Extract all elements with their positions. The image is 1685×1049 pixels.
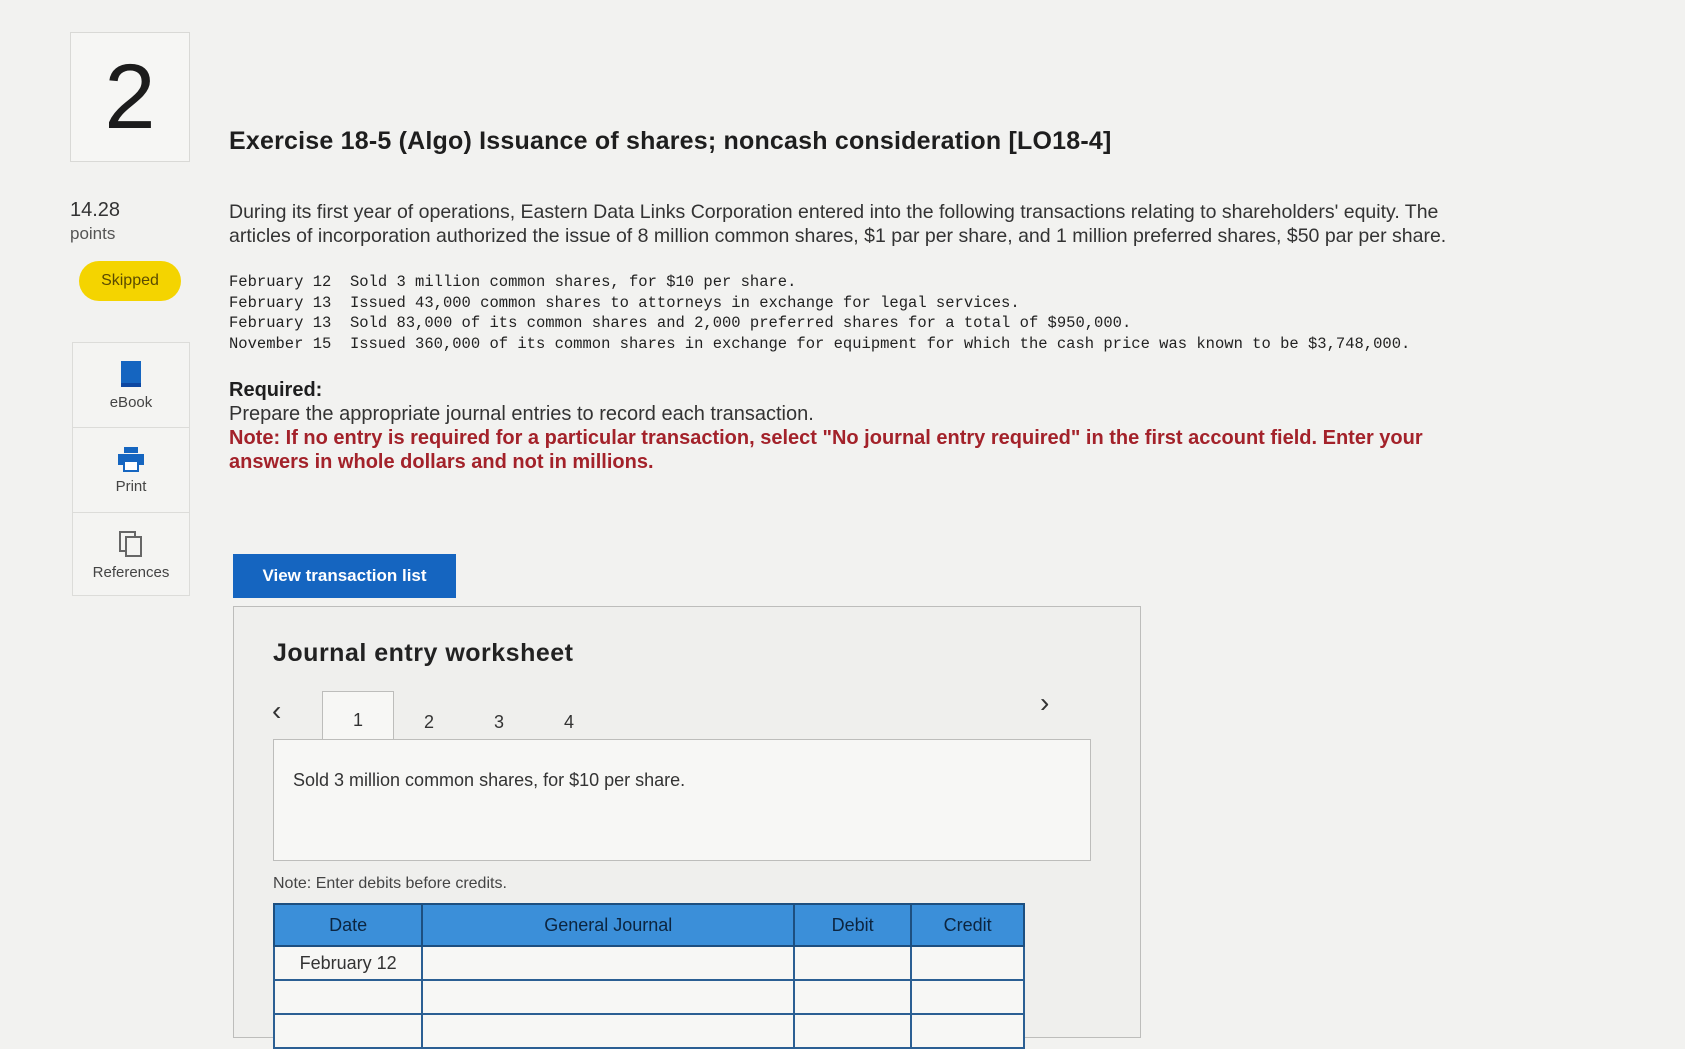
print-button[interactable]: Print — [73, 428, 189, 513]
question-number: 2 — [70, 32, 190, 162]
transaction-text: Issued 360,000 of its common shares in e… — [349, 334, 1411, 353]
table-row — [272, 1013, 1025, 1049]
transaction-item: February 13 Sold 83,000 of its common sh… — [229, 313, 1489, 334]
date-cell — [272, 1013, 424, 1049]
table-row — [272, 979, 1025, 1015]
transaction-item: February 12 Sold 3 million common shares… — [229, 272, 1489, 293]
worksheet-title: Journal entry worksheet — [273, 639, 574, 667]
next-arrow-icon[interactable]: › — [1040, 687, 1049, 719]
debit-input[interactable] — [793, 1013, 913, 1049]
required-text: Prepare the appropriate journal entries … — [229, 403, 814, 425]
transaction-date: November 15 — [229, 334, 332, 353]
transaction-item: November 15 Issued 360,000 of its common… — [229, 334, 1489, 355]
date-column-header: Date — [272, 903, 424, 947]
points-display: 14.28 points — [70, 198, 120, 246]
journal-entry-worksheet: Journal entry worksheet ‹ › 1 2 3 4 Sold… — [233, 606, 1141, 1049]
account-input[interactable] — [421, 1013, 796, 1049]
credit-input[interactable] — [910, 979, 1025, 1015]
worksheet-note: Note: Enter debits before credits. — [273, 875, 507, 892]
transaction-text: Sold 83,000 of its common shares and 2,0… — [349, 314, 1132, 332]
required-note: Note: If no entry is required for a part… — [229, 427, 1423, 473]
tools-panel: eBook Print References — [72, 342, 190, 596]
print-icon — [118, 446, 144, 472]
account-input[interactable] — [421, 945, 796, 981]
required-heading: Required: — [229, 379, 323, 401]
journal-header-row: Date General Journal Debit Credit — [272, 903, 1025, 947]
transaction-text: Sold 3 million common shares, for $10 pe… — [349, 273, 797, 291]
account-input[interactable] — [421, 979, 796, 1015]
transaction-date: February 13 — [229, 293, 332, 312]
debit-input[interactable] — [793, 945, 913, 981]
transaction-date: February 13 — [229, 314, 332, 332]
required-section: Required: Prepare the appropriate journa… — [229, 378, 1489, 474]
debit-input[interactable] — [793, 979, 913, 1015]
transaction-date: February 12 — [229, 273, 332, 291]
references-label: References — [92, 563, 170, 581]
journal-table: Date General Journal Debit Credit Februa… — [272, 903, 1025, 1049]
points-value: 14.28 — [70, 199, 121, 221]
transaction-item: February 13 Issued 43,000 common shares … — [229, 293, 1489, 314]
view-transaction-list-button[interactable]: View transaction list — [233, 554, 456, 598]
credit-input[interactable] — [910, 945, 1025, 981]
transaction-description: Sold 3 million common shares, for $10 pe… — [293, 770, 686, 790]
date-cell — [272, 979, 424, 1015]
ebook-label: eBook — [109, 393, 153, 411]
table-row: February 12 — [272, 945, 1025, 981]
ebook-icon — [121, 360, 141, 387]
print-label: Print — [115, 477, 147, 495]
references-icon — [119, 530, 142, 557]
status-badge: Skipped — [79, 261, 181, 301]
ebook-button[interactable]: eBook — [73, 343, 189, 428]
references-button[interactable]: References — [73, 513, 189, 597]
general-journal-column-header: General Journal — [421, 903, 796, 947]
transaction-list: February 12 Sold 3 million common shares… — [229, 272, 1489, 354]
question-content: Exercise 18-5 (Algo) Issuance of shares;… — [229, 120, 1489, 474]
points-label: points — [70, 224, 116, 243]
exercise-intro: During its first year of operations, Eas… — [229, 201, 1447, 247]
transaction-text: Issued 43,000 common shares to attorneys… — [349, 293, 1020, 312]
credit-input[interactable] — [910, 1013, 1025, 1049]
date-cell: February 12 — [272, 945, 424, 981]
prev-arrow-icon[interactable]: ‹ — [272, 695, 281, 727]
credit-column-header: Credit — [910, 903, 1025, 947]
debit-column-header: Debit — [793, 903, 913, 947]
exercise-title: Exercise 18-5 (Algo) Issuance of shares;… — [229, 127, 1112, 155]
transaction-description-box: Sold 3 million common shares, for $10 pe… — [273, 739, 1091, 861]
